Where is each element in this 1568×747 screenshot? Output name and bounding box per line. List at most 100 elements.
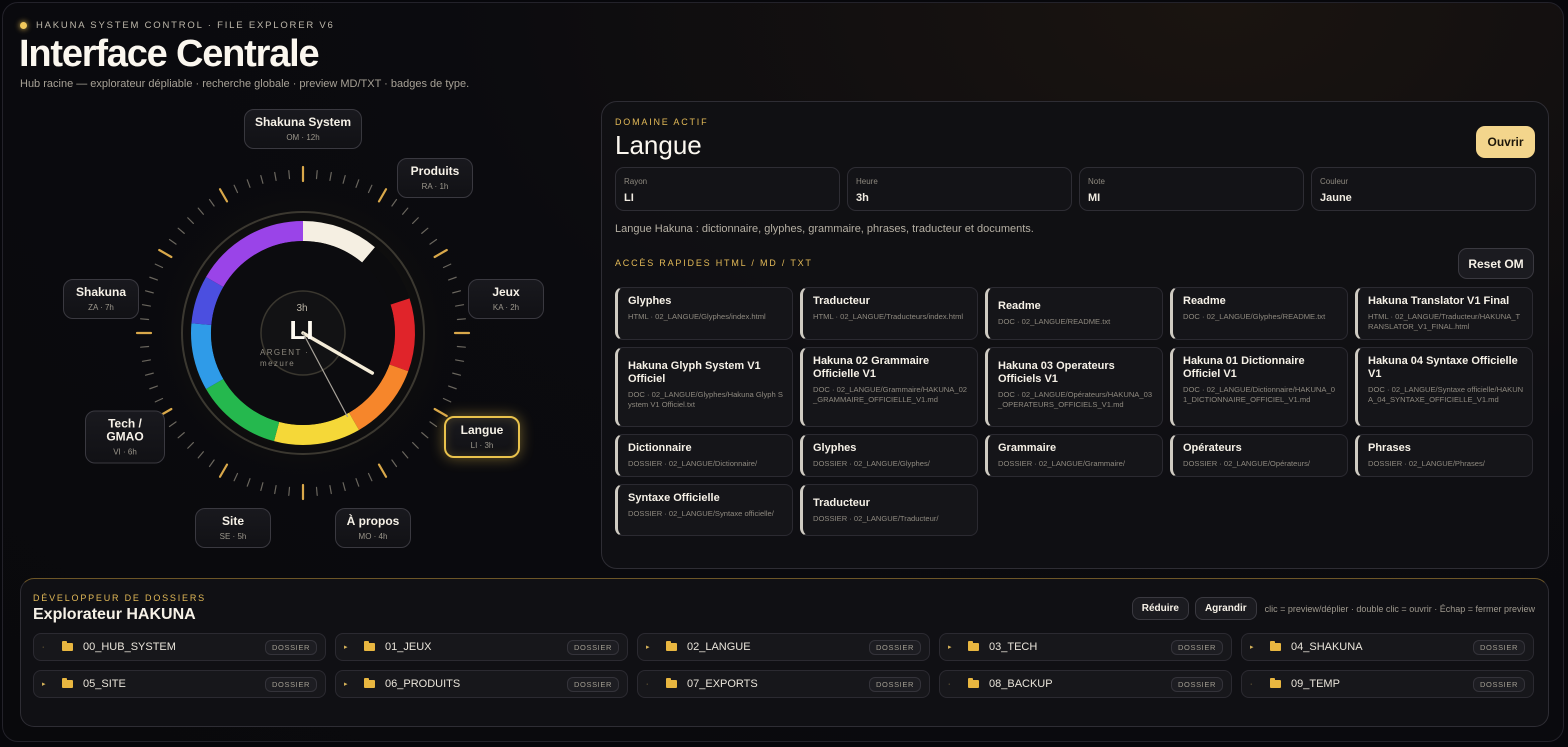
- quick-access-grid: Glyphes HTML · 02_LANGUE/Glyphes/index.ht…: [615, 287, 1533, 536]
- quick-card[interactable]: Syntaxe Officielle DOSSIER · 02_LANGUE/Sy…: [615, 484, 793, 536]
- folder-row[interactable]: · 08_BACKUP DOSSIER: [939, 670, 1232, 698]
- dial-node-shakuna[interactable]: Shakuna ZA · 7h: [63, 279, 139, 319]
- quick-card[interactable]: Hakuna Translator V1 Final HTML · 02_LANG…: [1355, 287, 1533, 340]
- dial-tick: [149, 276, 158, 281]
- card-path: DOC · 02_LANGUE/Opérateurs/HAKUNA_03_OPE…: [998, 390, 1153, 409]
- folder-icon: [1270, 641, 1281, 651]
- dial-tick: [433, 248, 448, 259]
- expand-caret-icon[interactable]: ·: [948, 681, 960, 688]
- folder-row[interactable]: · 00_HUB_SYSTEM DOSSIER: [33, 633, 326, 661]
- quick-card[interactable]: Readme DOC · 02_LANGUE/Glyphes/README.txt: [1170, 287, 1348, 340]
- ring-segment: [389, 298, 415, 372]
- quick-card[interactable]: Glyphes HTML · 02_LANGUE/Glyphes/index.ht…: [615, 287, 793, 340]
- type-badge: DOSSIER: [567, 639, 619, 655]
- expand-caret-icon[interactable]: ▸: [1250, 643, 1262, 651]
- folder-icon: [1270, 678, 1281, 688]
- dial-node-langue[interactable]: Langue LI · 3h: [444, 416, 520, 458]
- expand-caret-icon[interactable]: ·: [646, 681, 658, 688]
- card-path: HTML · 02_LANGUE/Glyphes/index.html: [628, 312, 766, 321]
- expand-caret-icon[interactable]: ▸: [344, 643, 356, 651]
- folder-icon: [62, 641, 73, 651]
- dial-tick: [154, 263, 164, 269]
- dial-tick: [412, 217, 419, 224]
- dial-node-produits[interactable]: Produits RA · 1h: [397, 158, 473, 198]
- field-value: MI: [1088, 192, 1101, 204]
- dial-center-code: LI: [289, 315, 315, 345]
- card-path: DOC · 02_LANGUE/Grammaire/HAKUNA_02_GRAM…: [813, 385, 968, 404]
- folder-row[interactable]: ▸ 01_JEUX DOSSIER: [335, 633, 628, 661]
- quick-card[interactable]: Glyphes DOSSIER · 02_LANGUE/Glyphes/: [800, 434, 978, 477]
- expand-caret-icon[interactable]: ·: [1250, 681, 1262, 688]
- domain-title: Langue: [615, 130, 702, 160]
- reset-om-button[interactable]: Reset OM: [1458, 248, 1534, 279]
- dial-tick: [391, 459, 398, 468]
- dial-tick: [260, 482, 264, 492]
- type-badge: DOSSIER: [869, 676, 921, 692]
- dial-tick: [140, 345, 150, 348]
- reduce-button[interactable]: Réduire: [1131, 597, 1189, 620]
- expand-caret-icon[interactable]: ·: [42, 644, 54, 651]
- quick-card[interactable]: Opérateurs DOSSIER · 02_LANGUE/Opérateurs…: [1170, 434, 1348, 477]
- open-button[interactable]: Ouvrir: [1476, 126, 1535, 158]
- dial-tick: [144, 290, 154, 294]
- folder-icon: [364, 678, 375, 688]
- dial-tick: [141, 359, 151, 362]
- field-label: Rayon: [624, 177, 648, 186]
- folder-row[interactable]: · 09_TEMP DOSSIER: [1241, 670, 1534, 698]
- folder-row[interactable]: ▸ 05_SITE DOSSIER: [33, 670, 326, 698]
- expand-caret-icon[interactable]: ▸: [42, 680, 54, 688]
- quick-card[interactable]: Grammaire DOSSIER · 02_LANGUE/Grammaire/: [985, 434, 1163, 477]
- expand-caret-icon[interactable]: ▸: [344, 680, 356, 688]
- dial-node-site[interactable]: Site SE · 5h: [195, 508, 271, 548]
- dial-tick: [355, 478, 360, 487]
- quick-card[interactable]: Hakuna 01 Dictionnaire Officiel V1 DOC · …: [1170, 347, 1348, 427]
- card-title: Grammaire: [998, 442, 1057, 454]
- dial-center-note: ARGENT · mezure: [260, 347, 309, 369]
- dial-tick: [452, 372, 462, 376]
- quick-card[interactable]: Hakuna 04 Syntaxe Officielle V1 DOC · 02_…: [1355, 347, 1533, 427]
- dial-tick: [274, 485, 277, 495]
- folder-row[interactable]: ▸ 06_PRODUITS DOSSIER: [335, 670, 628, 698]
- field-value: 3h: [856, 192, 869, 204]
- card-path: DOSSIER · 02_LANGUE/Syntaxe officielle/: [628, 509, 774, 518]
- dial-node-jeux[interactable]: Jeux KA · 2h: [468, 279, 544, 319]
- dial-node-tech-gmao[interactable]: Tech / GMAO VI · 6h: [85, 410, 165, 464]
- quick-access-kicker: ACCÈS RAPIDES HTML / MD / TXT: [615, 258, 813, 268]
- folder-row[interactable]: ▸ 03_TECH DOSSIER: [939, 633, 1232, 661]
- dial-tick: [452, 290, 462, 294]
- folder-row[interactable]: · 07_EXPORTS DOSSIER: [637, 670, 930, 698]
- clock-dial: Shakuna System OM · 12h Produits RA · 1h…: [3, 3, 603, 563]
- expand-caret-icon[interactable]: ▸: [948, 643, 960, 651]
- dial-tick: [367, 472, 373, 482]
- folder-icon: [364, 641, 375, 651]
- dial-tick: [329, 485, 332, 495]
- folder-icon: [666, 641, 677, 651]
- quick-card[interactable]: Traducteur DOSSIER · 02_LANGUE/Traducteur…: [800, 484, 978, 536]
- quick-card[interactable]: Traducteur HTML · 02_LANGUE/Traducteurs/i…: [800, 287, 978, 340]
- expand-caret-icon[interactable]: ▸: [646, 643, 658, 651]
- dial-node-sub: ZA · 7h: [88, 303, 114, 312]
- card-title: Hakuna Translator V1 Final: [1368, 295, 1510, 307]
- field-couleur: Couleur Jaune: [1311, 167, 1536, 211]
- quick-card[interactable]: Dictionnaire DOSSIER · 02_LANGUE/Dictionn…: [615, 434, 793, 477]
- folder-row[interactable]: ▸ 04_SHAKUNA DOSSIER: [1241, 633, 1534, 661]
- folder-name: 01_JEUX: [385, 641, 432, 653]
- expand-button[interactable]: Agrandir: [1194, 597, 1257, 620]
- dial-node-label: Produits: [410, 164, 460, 178]
- folder-row[interactable]: ▸ 02_LANGUE DOSSIER: [637, 633, 930, 661]
- dial-node-shakuna-system[interactable]: Shakuna System OM · 12h: [243, 109, 363, 149]
- dial-node-label: Site: [221, 514, 244, 528]
- dial-tick: [218, 188, 229, 203]
- quick-card[interactable]: Readme DOC · 02_LANGUE/README.txt: [985, 287, 1163, 340]
- dial-tick: [246, 478, 251, 487]
- quick-card[interactable]: Hakuna 02 Grammaire Officielle V1 DOC · 0…: [800, 347, 978, 427]
- dial-tick: [329, 171, 332, 181]
- card-path: DOSSIER · 02_LANGUE/Grammaire/: [998, 459, 1126, 468]
- quick-card[interactable]: Hakuna 03 Operateurs Officiels V1 DOC · 0…: [985, 347, 1163, 427]
- dial-node-a-propos[interactable]: À propos MO · 4h: [335, 508, 411, 548]
- quick-card[interactable]: Hakuna Glyph System V1 Officiel DOC · 02_…: [615, 347, 793, 427]
- quick-card[interactable]: Phrases DOSSIER · 02_LANGUE/Phrases/: [1355, 434, 1533, 477]
- folder-list: · 00_HUB_SYSTEM DOSSIER ▸ 01_JEUX DOSSIER ▸ 02_…: [33, 633, 1534, 698]
- dial-node-label: Shakuna: [75, 285, 126, 299]
- card-title: Hakuna 01 Dictionnaire Officiel V1: [1183, 355, 1305, 380]
